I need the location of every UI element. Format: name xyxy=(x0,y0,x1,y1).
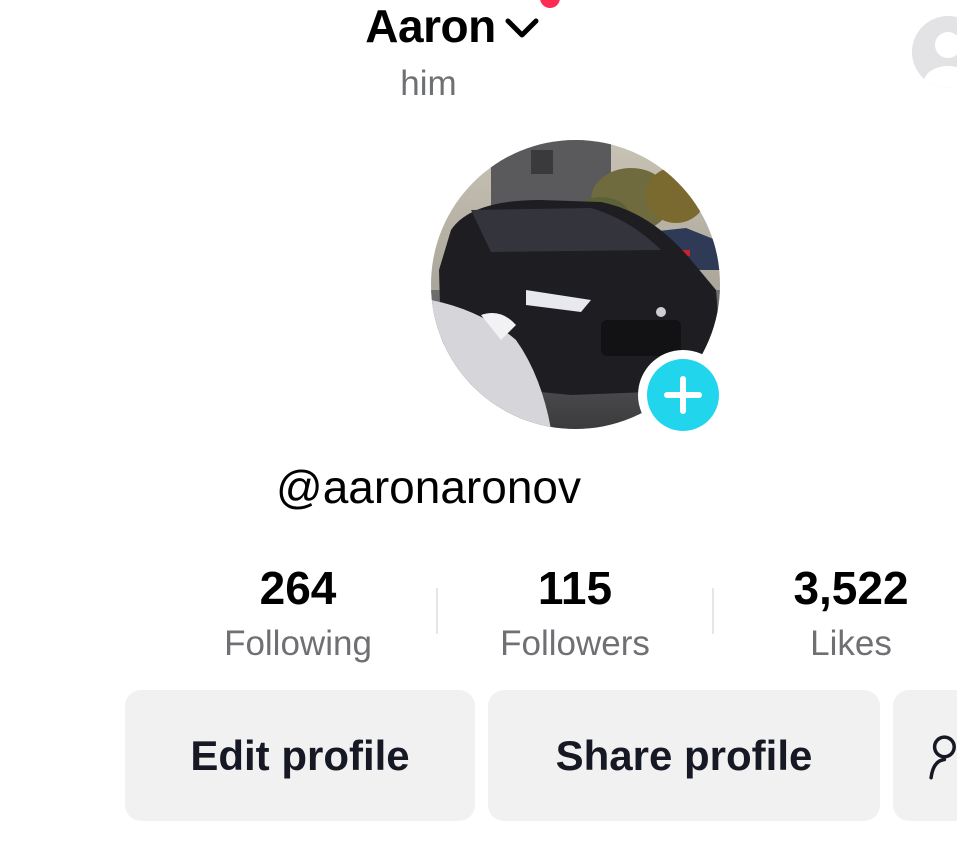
edit-profile-button[interactable]: Edit profile xyxy=(125,690,475,821)
share-profile-button[interactable]: Share profile xyxy=(488,690,880,821)
add-photo-button[interactable] xyxy=(638,350,728,440)
add-photo-badge xyxy=(647,359,719,431)
following-label: Following xyxy=(224,624,372,663)
stat-divider xyxy=(436,588,438,634)
following-stat[interactable]: 264 Following xyxy=(183,558,413,670)
plus-icon xyxy=(664,376,702,414)
display-name: Aaron xyxy=(365,0,496,52)
pronouns: him xyxy=(400,64,457,103)
likes-stat[interactable]: 3,522 Likes xyxy=(736,558,957,670)
chevron-down-icon xyxy=(505,18,539,38)
person-add-icon xyxy=(929,734,956,779)
followers-label: Followers xyxy=(500,624,650,663)
account-switcher[interactable]: Aaron xyxy=(365,0,560,52)
followers-stat[interactable]: 115 Followers xyxy=(460,558,690,670)
stat-divider xyxy=(712,588,714,634)
profile-header: Aaron xyxy=(0,0,957,52)
followers-count: 115 xyxy=(537,562,613,614)
add-friends-button[interactable] xyxy=(893,690,957,821)
likes-label: Likes xyxy=(810,624,892,663)
likes-count: 3,522 xyxy=(793,562,909,614)
following-count: 264 xyxy=(259,562,337,614)
notification-dot xyxy=(539,0,560,8)
username-handle: @aaronaronov xyxy=(276,461,581,513)
